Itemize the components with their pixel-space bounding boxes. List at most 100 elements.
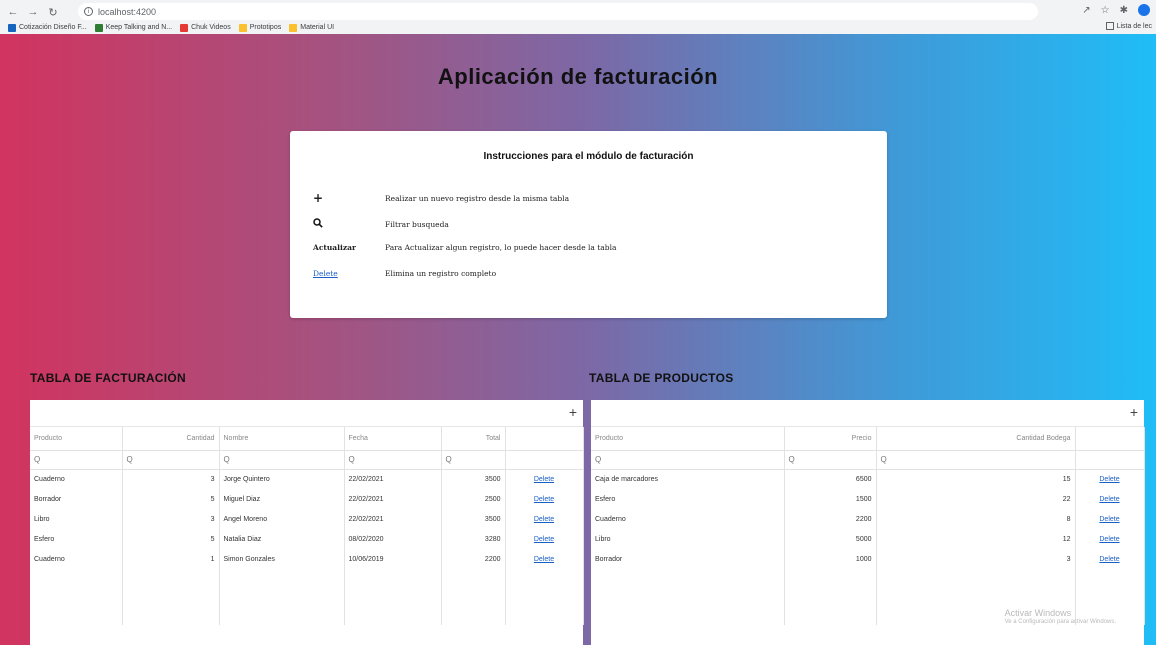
table-row[interactable]: Cuaderno 1 Simon Gonzales 10/06/2019 220… — [30, 549, 584, 569]
filter-empty — [505, 450, 584, 470]
cell-cantidad: 8 — [876, 509, 1076, 529]
filter-row: Q Q Q Q Q — [30, 450, 584, 470]
delete-link[interactable]: Delete — [1099, 476, 1119, 483]
instructions-card: Instrucciones para el módulo de facturac… — [290, 131, 887, 318]
table-row[interactable]: Cuaderno 3 Jorge Quintero 22/02/2021 350… — [30, 469, 584, 489]
filter-input[interactable]: Q — [344, 450, 442, 470]
column-header[interactable]: Fecha — [344, 427, 442, 451]
star-icon[interactable]: ☆ — [1101, 5, 1110, 16]
filter-input[interactable]: Q — [784, 450, 877, 470]
column-header[interactable]: Total — [441, 427, 506, 451]
delete-link[interactable]: Delete — [1099, 496, 1119, 503]
search-icon — [313, 218, 385, 230]
cell-fecha: 08/02/2020 — [344, 529, 442, 549]
cell-producto: Libro — [591, 529, 785, 549]
table-row[interactable]: Borrador 5 Miguel Diaz 22/02/2021 2500 D… — [30, 489, 584, 509]
delete-link[interactable]: Delete — [1099, 516, 1119, 523]
bookmark-item[interactable]: Material UI — [289, 23, 334, 32]
cell-total: 3500 — [441, 509, 506, 529]
column-header[interactable]: Cantidad Bodega — [876, 427, 1076, 451]
cell-producto: Caja de marcadores — [591, 469, 785, 489]
filter-input[interactable]: Q — [219, 450, 345, 470]
filter-row: Q Q Q — [591, 450, 1145, 470]
forward-icon[interactable]: → — [26, 5, 40, 19]
bookmark-favicon-icon — [180, 23, 189, 32]
instructions-title: Instrucciones para el módulo de facturac… — [483, 151, 694, 162]
app-container: Aplicación de facturación Instrucciones … — [0, 34, 1156, 645]
delete-link[interactable]: Delete — [534, 556, 554, 563]
table-row[interactable]: Cuaderno 2200 8 Delete — [591, 509, 1145, 529]
filter-input[interactable]: Q — [876, 450, 1076, 470]
address-bar[interactable]: i localhost:4200 — [78, 3, 1038, 20]
address-text: localhost:4200 — [98, 6, 157, 17]
filter-input[interactable]: Q — [591, 450, 785, 470]
update-label: Actualizar — [313, 243, 356, 252]
browser-chrome: ← → ↻ i localhost:4200 ↗ ☆ ✱ Cotización … — [0, 0, 1156, 34]
delete-link[interactable]: Delete — [1099, 556, 1119, 563]
instruction-delete: Delete Elimina un registro completo — [313, 269, 496, 278]
table-row[interactable]: Borrador 1000 3 Delete — [591, 549, 1145, 569]
back-icon[interactable]: ← — [6, 5, 20, 19]
site-info-icon[interactable]: i — [84, 7, 93, 16]
bookmark-item[interactable]: Prototipos — [238, 23, 281, 32]
bookmark-item[interactable]: Cotización Diseño F... — [8, 23, 87, 32]
bookmark-folder-icon — [289, 23, 298, 32]
billing-add-button[interactable]: + — [569, 404, 577, 420]
products-add-button[interactable]: + — [1130, 404, 1138, 420]
reading-list[interactable]: Lista de lec — [1105, 22, 1152, 30]
extensions-icon[interactable]: ✱ — [1120, 5, 1128, 16]
column-header[interactable]: Nombre — [219, 427, 345, 451]
billing-toolbar: + — [30, 400, 583, 427]
filter-input[interactable]: Q — [30, 450, 123, 470]
cell-total: 3500 — [441, 469, 506, 489]
cell-fecha: 10/06/2019 — [344, 549, 442, 569]
cell-producto: Esfero — [591, 489, 785, 509]
cell-nombre: Simon Gonzales — [219, 549, 345, 569]
column-header[interactable]: Precio — [784, 427, 877, 451]
plus-icon: + — [313, 191, 324, 205]
cell-cantidad: 5 — [122, 489, 220, 509]
cell-precio: 1000 — [784, 549, 877, 569]
cell-producto: Cuaderno — [30, 549, 123, 569]
column-header[interactable]: Producto — [30, 427, 123, 451]
billing-table: Producto Cantidad Nombre Fecha Total Q Q… — [30, 427, 584, 625]
delete-link[interactable]: Delete — [534, 536, 554, 543]
table-row[interactable]: Esfero 1500 22 Delete — [591, 489, 1145, 509]
delete-link[interactable]: Delete — [534, 496, 554, 503]
products-section-title: TABLA DE PRODUCTOS — [589, 371, 734, 385]
billing-section-title: TABLA DE FACTURACIÓN — [30, 371, 186, 385]
column-header — [505, 427, 584, 451]
cell-total: 2200 — [441, 549, 506, 569]
cell-cantidad: 3 — [876, 549, 1076, 569]
table-row[interactable]: Libro 5000 12 Delete — [591, 529, 1145, 549]
instruction-add: + Realizar un nuevo registro desde la mi… — [313, 191, 569, 205]
column-header — [1075, 427, 1145, 451]
cell-cantidad: 5 — [122, 529, 220, 549]
delete-link[interactable]: Delete — [1099, 536, 1119, 543]
bookmark-item[interactable]: Chuk Videos — [180, 23, 231, 32]
table-row[interactable]: Esfero 5 Natalia Diaz 08/02/2020 3280 De… — [30, 529, 584, 549]
delete-link[interactable]: Delete — [534, 476, 554, 483]
reload-icon[interactable]: ↻ — [46, 5, 60, 19]
products-toolbar: + — [591, 400, 1144, 427]
instruction-text: Filtrar busqueda — [385, 219, 449, 229]
filter-input[interactable]: Q — [122, 450, 220, 470]
delete-link[interactable]: Delete — [534, 516, 554, 523]
cell-cantidad: 22 — [876, 489, 1076, 509]
bookmark-item[interactable]: Keep Talking and N... — [94, 23, 172, 32]
profile-avatar[interactable] — [1138, 4, 1150, 16]
column-header[interactable]: Producto — [591, 427, 785, 451]
table-row[interactable]: Libro 3 Angel Moreno 22/02/2021 3500 Del… — [30, 509, 584, 529]
share-icon[interactable]: ↗ — [1082, 5, 1090, 16]
cell-nombre: Angel Moreno — [219, 509, 345, 529]
cell-nombre: Miguel Diaz — [219, 489, 345, 509]
instruction-filter: Filtrar busqueda — [313, 218, 449, 230]
delete-link-example[interactable]: Delete — [313, 269, 385, 278]
table-row[interactable]: Caja de marcadores 6500 15 Delete — [591, 469, 1145, 489]
column-header[interactable]: Cantidad — [122, 427, 220, 451]
windows-activation-watermark: Activar Windows Ve a Configuración para … — [1005, 608, 1116, 627]
filter-empty — [1075, 450, 1145, 470]
filter-input[interactable]: Q — [441, 450, 506, 470]
cell-nombre: Jorge Quintero — [219, 469, 345, 489]
reading-list-icon — [1105, 22, 1114, 30]
